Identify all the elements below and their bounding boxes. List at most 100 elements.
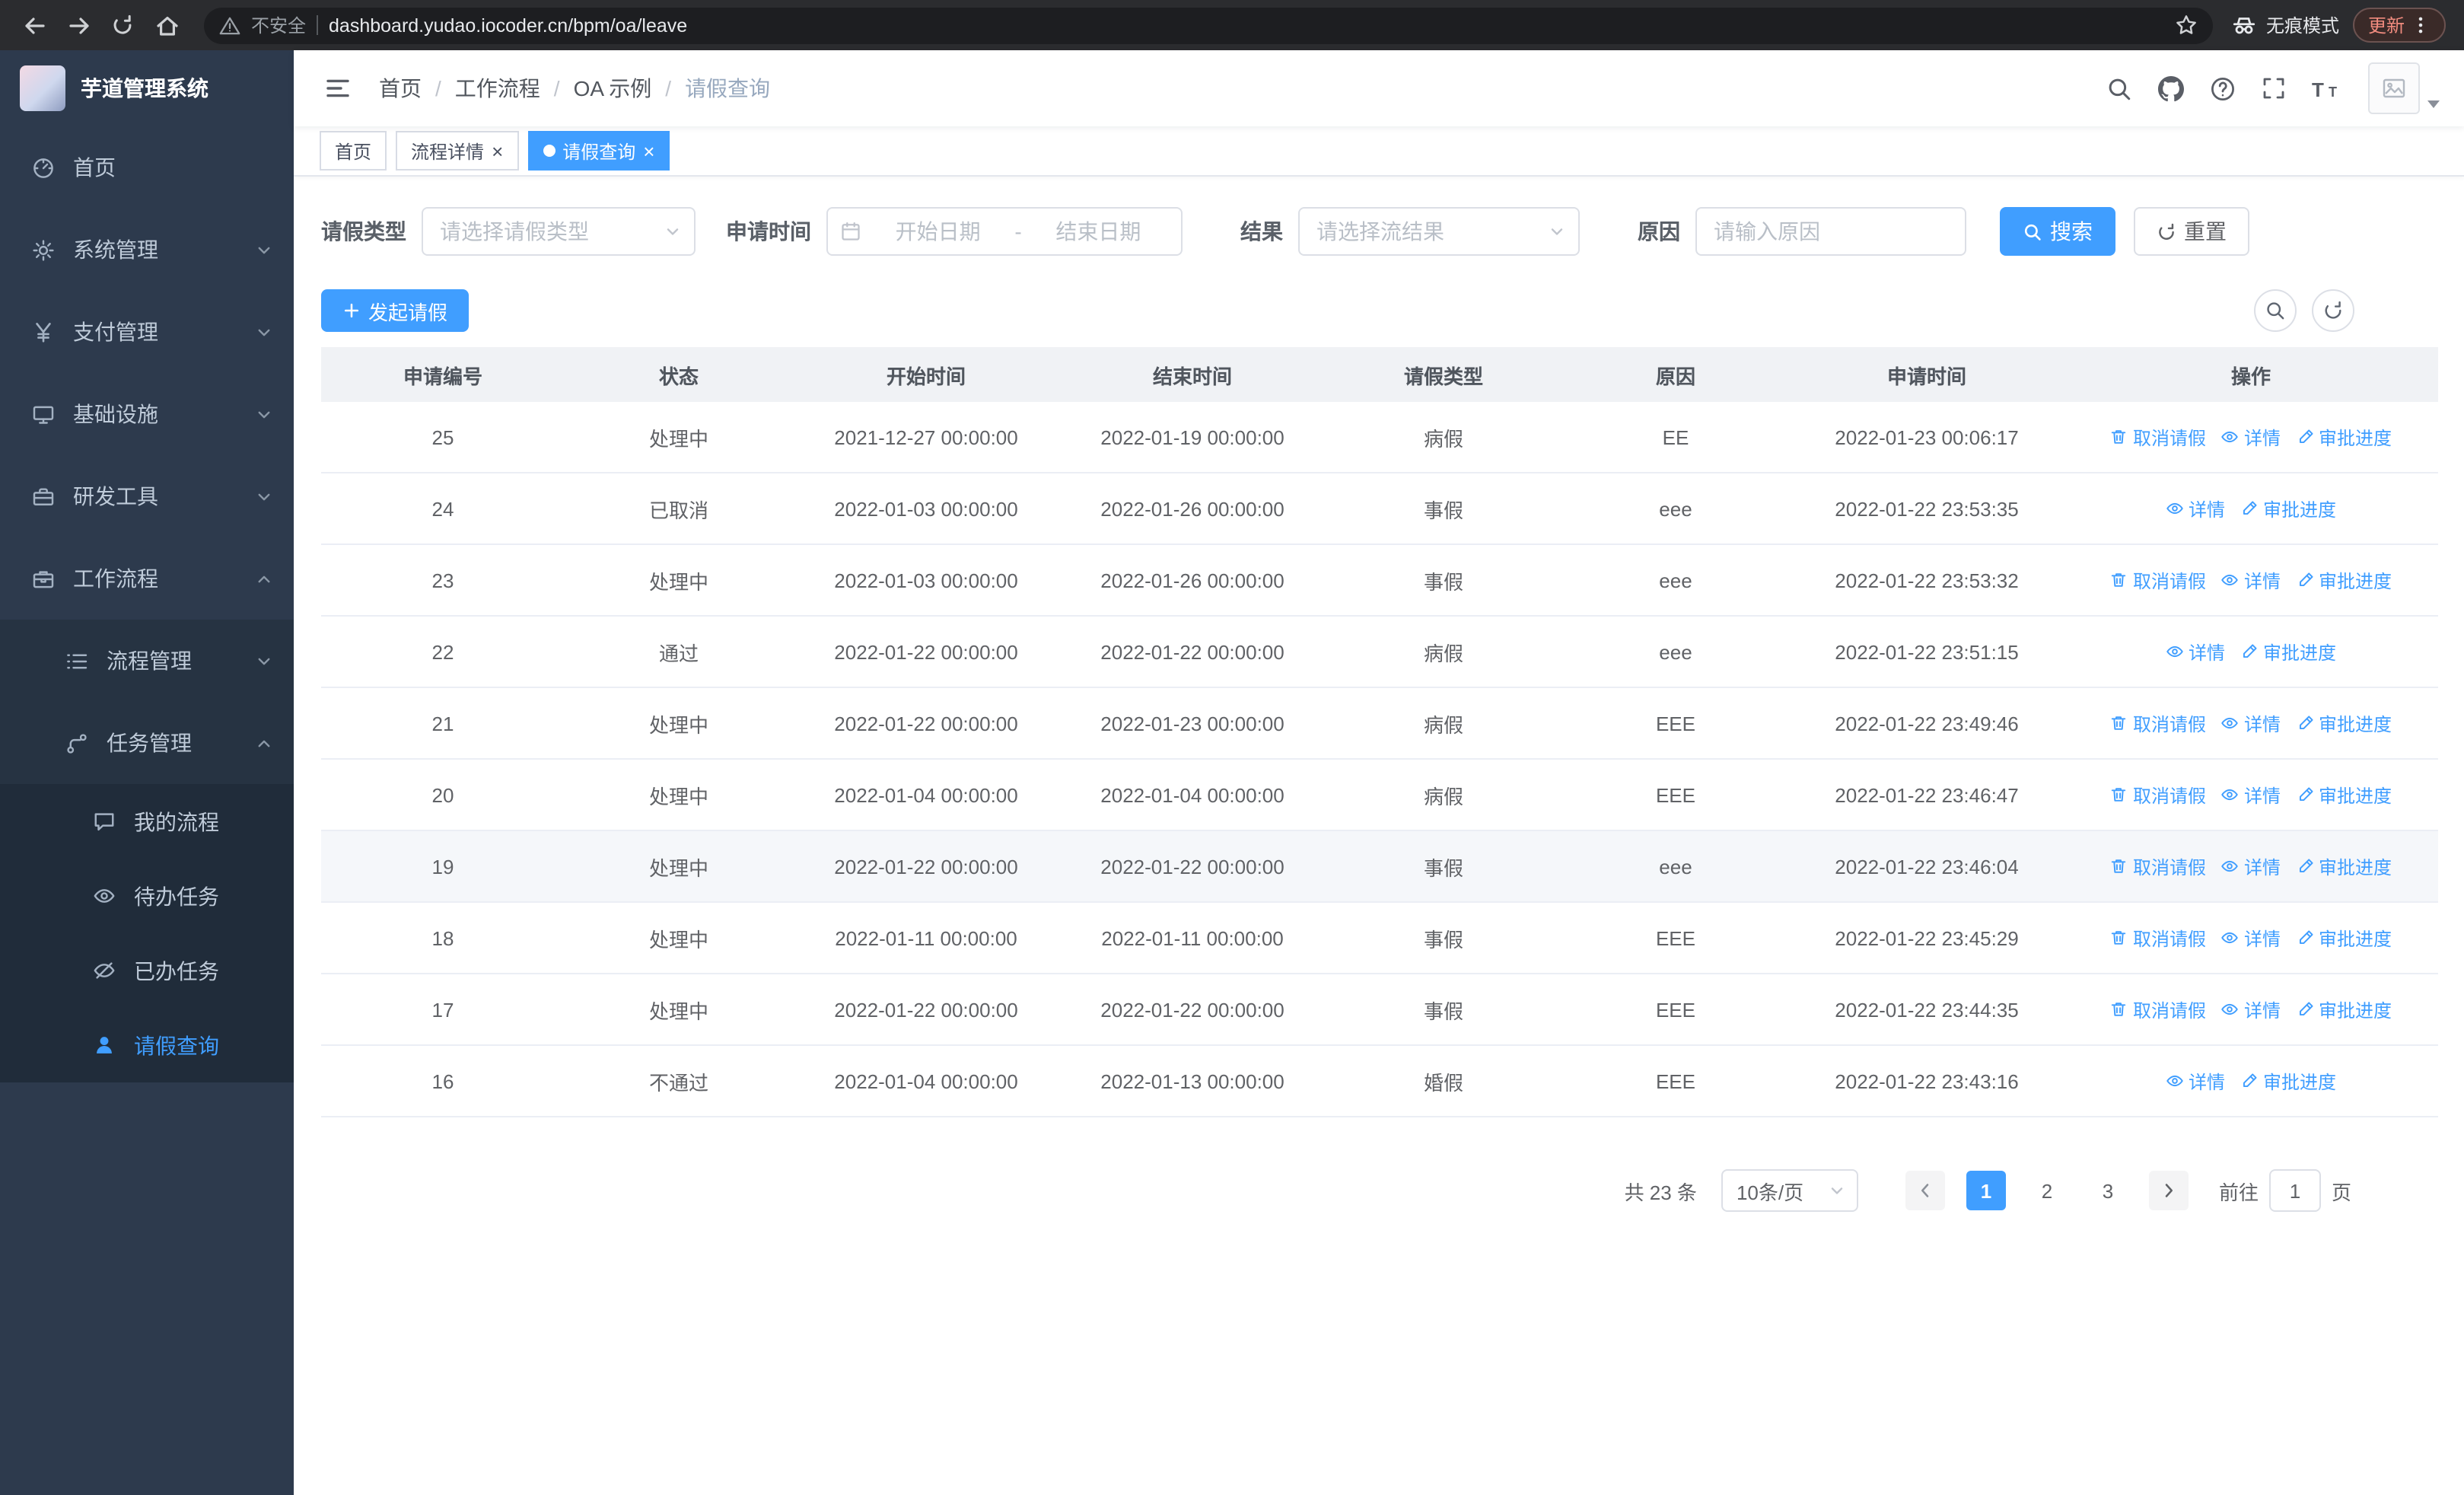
action-progress-link[interactable]: 审批进度 [2296,782,2392,808]
tab-process-detail[interactable]: 流程详情 × [396,131,519,171]
action-detail-link[interactable]: 详情 [2221,710,2281,736]
github-icon[interactable] [2158,75,2184,101]
sidebar-item-process-management[interactable]: 流程管理 [0,620,294,702]
sidebar-item-payment[interactable]: 支付管理 [0,291,294,373]
user-menu[interactable] [2368,62,2440,114]
sidebar-item-devtools[interactable]: 研发工具 [0,455,294,537]
cell-actions: 取消请假 详情 审批进度 [2064,760,2438,830]
action-cancel-link[interactable]: 取消请假 [2110,996,2206,1022]
tab-home[interactable]: 首页 [320,131,387,171]
action-progress-link[interactable]: 审批进度 [2296,567,2392,593]
action-detail-link[interactable]: 详情 [2221,925,2281,951]
action-progress-link[interactable]: 审批进度 [2296,853,2392,879]
page-button-2[interactable]: 2 [2027,1171,2067,1210]
sidebar-item-workflow[interactable]: 工作流程 [0,537,294,620]
tab-leave-query[interactable]: 请假查询 × [527,131,670,171]
action-progress-link[interactable]: 审批进度 [2240,1068,2336,1094]
sidebar-item-task-management[interactable]: 任务管理 [0,702,294,784]
page-size-select[interactable]: 10条/页 [1721,1169,1858,1212]
address-bar[interactable]: 不安全 dashboard.yudao.iocoder.cn/bpm/oa/le… [204,7,2213,43]
leave-type-select[interactable]: 请选择请假类型 [422,207,696,256]
reload-icon[interactable] [103,6,142,44]
action-cancel-link[interactable]: 取消请假 [2110,424,2206,450]
action-detail-link[interactable]: 详情 [2221,782,2281,808]
table-row[interactable]: 18 处理中 2022-01-11 00:00:00 2022-01-11 00:00… [321,903,2438,974]
table-row[interactable]: 16 不通过 2022-01-04 00:00:00 2022-01-13 00:00… [321,1046,2438,1117]
close-icon[interactable]: × [492,141,503,161]
browser-update-button[interactable]: 更新 [2352,8,2446,43]
help-icon[interactable] [2210,75,2236,101]
table-row[interactable]: 17 处理中 2022-01-22 00:00:00 2022-01-22 00:00… [321,974,2438,1046]
prev-page-button[interactable] [1905,1171,1945,1210]
apply-time-range-picker[interactable]: 开始日期 - 结束日期 [826,207,1183,256]
action-detail-link[interactable]: 详情 [2221,567,2281,593]
cell-leave-type: 事假 [1423,499,1463,521]
result-select[interactable]: 请选择流结果 [1298,207,1580,256]
cell-apply-time: 2022-01-22 23:43:16 [1835,1069,2019,1092]
sidebar-item-system[interactable]: 系统管理 [0,209,294,291]
action-cancel-link[interactable]: 取消请假 [2110,567,2206,593]
refresh-icon[interactable] [2312,289,2354,332]
breadcrumb-item[interactable]: 首页 [379,73,422,104]
sidebar-item-home[interactable]: 首页 [0,126,294,209]
action-cancel-link[interactable]: 取消请假 [2110,782,2206,808]
forward-icon[interactable] [59,6,97,44]
hamburger-icon[interactable] [318,70,358,107]
action-detail-link[interactable]: 详情 [2166,1068,2225,1094]
action-detail-link[interactable]: 详情 [2221,853,2281,879]
action-detail-link[interactable]: 详情 [2166,639,2225,665]
search-button[interactable]: 搜索 [2000,207,2115,256]
action-progress-link[interactable]: 审批进度 [2296,710,2392,736]
fullscreen-icon[interactable] [2262,76,2286,100]
sidebar-item-infrastructure[interactable]: 基础设施 [0,373,294,455]
create-leave-button[interactable]: 发起请假 [321,289,470,332]
sidebar-item-leave-query[interactable]: 请假查询 [0,1008,294,1082]
reason-input-wrap [1695,207,1966,256]
goto-page-input[interactable] [2268,1169,2321,1212]
table-row[interactable]: 24 已取消 2022-01-03 00:00:00 2022-01-26 00:00… [321,473,2438,545]
action-detail-link[interactable]: 详情 [2221,424,2281,450]
bookmark-star-icon[interactable] [2175,14,2198,37]
action-detail-link[interactable]: 详情 [2221,996,2281,1022]
table-row[interactable]: 19 处理中 2022-01-22 00:00:00 2022-01-22 00:00… [321,831,2438,903]
table-row[interactable]: 22 通过 2022-01-22 00:00:00 2022-01-22 00:00:… [321,617,2438,688]
action-detail-link[interactable]: 详情 [2166,496,2225,521]
action-cancel-link[interactable]: 取消请假 [2110,710,2206,736]
hide-search-icon[interactable] [2254,289,2297,332]
app-logo[interactable]: 芋道管理系统 [0,50,294,126]
table-row[interactable]: 20 处理中 2022-01-04 00:00:00 2022-01-04 00:00… [321,760,2438,831]
reset-button[interactable]: 重置 [2134,207,2249,256]
page-button-3[interactable]: 3 [2088,1171,2128,1210]
breadcrumb-item[interactable]: 工作流程 [455,73,540,104]
table-row[interactable]: 21 处理中 2022-01-22 00:00:00 2022-01-23 00:00… [321,688,2438,760]
action-cancel-link[interactable]: 取消请假 [2110,853,2206,879]
sidebar-item-my-process[interactable]: 我的流程 [0,784,294,859]
action-progress-link[interactable]: 审批进度 [2296,925,2392,951]
cell-actions: 取消请假 详情 审批进度 [2064,974,2438,1044]
font-size-icon[interactable]: TT [2312,77,2342,100]
kebab-menu-icon[interactable] [2411,15,2431,35]
tab-label: 流程详情 [411,141,485,162]
action-progress-link[interactable]: 审批进度 [2296,996,2392,1022]
back-icon[interactable] [15,6,53,44]
search-icon[interactable] [2106,75,2132,101]
action-cancel-link[interactable]: 取消请假 [2110,925,2206,951]
page-button-1[interactable]: 1 [1966,1171,2006,1210]
cell-leave-type: 事假 [1423,999,1463,1022]
reason-input[interactable] [1697,209,1965,254]
sidebar-item-todo-tasks[interactable]: 待办任务 [0,859,294,933]
action-progress-link[interactable]: 审批进度 [2240,639,2336,665]
table-row[interactable]: 25 处理中 2021-12-27 00:00:00 2022-01-19 00:00… [321,402,2438,473]
table-row[interactable]: 23 处理中 2022-01-03 00:00:00 2022-01-26 00:00… [321,545,2438,617]
chevron-down-icon [256,488,272,505]
action-progress-link[interactable]: 审批进度 [2240,496,2336,521]
close-icon[interactable]: × [643,141,654,161]
goto-page: 前往 页 [2219,1169,2351,1212]
action-progress-link[interactable]: 审批进度 [2296,424,2392,450]
cell-apply-time: 2022-01-22 23:44:35 [1835,998,2019,1021]
sidebar-item-done-tasks[interactable]: 已办任务 [0,933,294,1008]
avatar [2368,62,2420,114]
breadcrumb-item[interactable]: OA 示例 [574,73,652,104]
next-page-button[interactable] [2148,1171,2189,1210]
home-icon[interactable] [148,6,186,44]
